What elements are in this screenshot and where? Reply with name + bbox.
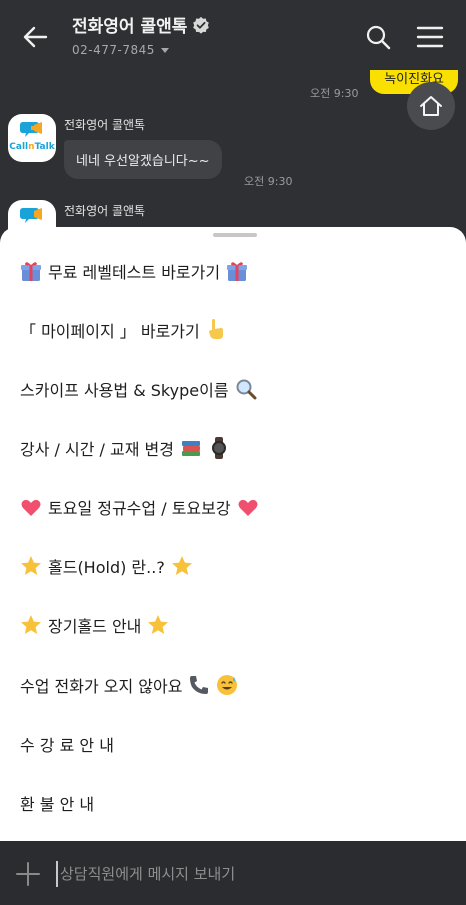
phone-number-dropdown[interactable]: 02-477-7845 <box>72 43 210 57</box>
speech-bubble-icon <box>20 208 42 223</box>
menu-item-label: 「 마이페이지 」 바로가기 <box>20 322 200 341</box>
text-cursor <box>56 861 58 887</box>
menu-item-saturday-class[interactable]: 토요일 정규수업 / 토요보강 <box>20 492 259 522</box>
menu-item-label: 무료 레벨테스트 바로가기 <box>48 263 221 282</box>
plus-icon[interactable] <box>16 862 40 886</box>
hamburger-menu-icon[interactable] <box>416 25 444 49</box>
menu-item-my-page[interactable]: 「 마이페이지 」 바로가기 <box>20 315 228 345</box>
message-input[interactable] <box>60 859 440 889</box>
speech-bubble-icon <box>20 122 42 137</box>
home-icon <box>420 96 442 116</box>
menu-item-label: 토요일 정규수업 / 토요보강 <box>48 499 231 518</box>
menu-item-label: 홀드(Hold) 란..? <box>48 558 165 577</box>
sheet-drag-handle[interactable] <box>213 233 257 237</box>
chevron-down-icon <box>160 47 169 53</box>
avatar-brand-text: CallnTalk <box>8 142 56 152</box>
brand-talk: Talk <box>34 142 55 152</box>
brand-call: Call <box>9 142 29 152</box>
pointing-hand-icon <box>208 319 223 339</box>
telephone-icon <box>190 676 209 694</box>
received-message-bubble[interactable]: 네네 우선알겠습니다~~ <box>64 140 222 179</box>
search-icon[interactable] <box>365 24 391 50</box>
sweat-smile-icon <box>217 675 238 695</box>
menu-item-level-test[interactable]: 무료 레벨테스트 바로가기 <box>20 256 248 286</box>
menu-item-no-call[interactable]: 수업 전화가 오지 않아요 <box>20 670 238 700</box>
menu-item-long-hold[interactable]: 장기홀드 안내 <box>20 610 169 640</box>
sender-name: 전화영어 콜앤톡 <box>64 118 146 132</box>
avatar[interactable]: CallnTalk <box>8 114 56 162</box>
menu-item-label: 장기홀드 안내 <box>48 617 142 636</box>
message-input-bar <box>0 841 466 905</box>
phone-number: 02-477-7845 <box>72 43 155 57</box>
star-icon <box>21 556 41 575</box>
heart-icon <box>21 499 41 516</box>
menu-item-label: 강사 / 시간 / 교재 변경 <box>20 440 174 459</box>
magnifying-glass-icon <box>236 379 257 400</box>
menu-item-change-schedule[interactable]: 강사 / 시간 / 교재 변경 <box>20 433 230 463</box>
menu-item-label: 환 불 안 내 <box>20 795 95 814</box>
star-icon <box>148 615 169 634</box>
chat-title-block[interactable]: 전화영어 콜앤톡 02-477-7845 <box>72 12 210 57</box>
star-icon <box>171 556 192 575</box>
star-icon <box>21 615 41 634</box>
home-button[interactable] <box>407 82 455 130</box>
verified-badge-icon <box>193 16 210 34</box>
sent-message-time: 오전 9:30 <box>310 87 359 100</box>
books-icon <box>181 441 200 456</box>
gift-icon <box>227 262 248 281</box>
menu-item-label: 수 강 료 안 내 <box>20 736 114 755</box>
received-message-time: 오전 9:30 <box>244 175 293 188</box>
gift-icon <box>21 262 41 281</box>
channel-name: 전화영어 콜앤톡 <box>72 17 188 37</box>
heart-icon <box>238 499 258 516</box>
menu-item-skype-guide[interactable]: 스카이프 사용법 & Skype이름 <box>20 374 257 404</box>
menu-item-refund[interactable]: 환 불 안 내 <box>20 788 94 818</box>
sender-name: 전화영어 콜앤톡 <box>64 204 146 218</box>
menu-item-label: 스카이프 사용법 & Skype이름 <box>20 381 229 400</box>
menu-item-hold-info[interactable]: 홀드(Hold) 란..? <box>20 551 193 581</box>
menu-item-tuition[interactable]: 수 강 료 안 내 <box>20 729 114 759</box>
quick-menu-sheet: 무료 레벨테스트 바로가기 「 마이페이지 」 바로가기 스카이프 사용법 & … <box>0 227 466 841</box>
chat-header: 전화영어 콜앤톡 02-477-7845 <box>0 0 466 70</box>
back-arrow-icon[interactable] <box>20 22 50 52</box>
watch-icon <box>211 437 226 459</box>
menu-item-label: 수업 전화가 오지 않아요 <box>20 677 183 696</box>
chat-area[interactable]: 녹이진화요 오전 9:30 CallnTalk 전화영어 콜앤톡 네네 우선알겠… <box>0 70 466 230</box>
chat-title: 전화영어 콜앤톡 <box>72 12 210 37</box>
avatar[interactable] <box>8 200 56 230</box>
